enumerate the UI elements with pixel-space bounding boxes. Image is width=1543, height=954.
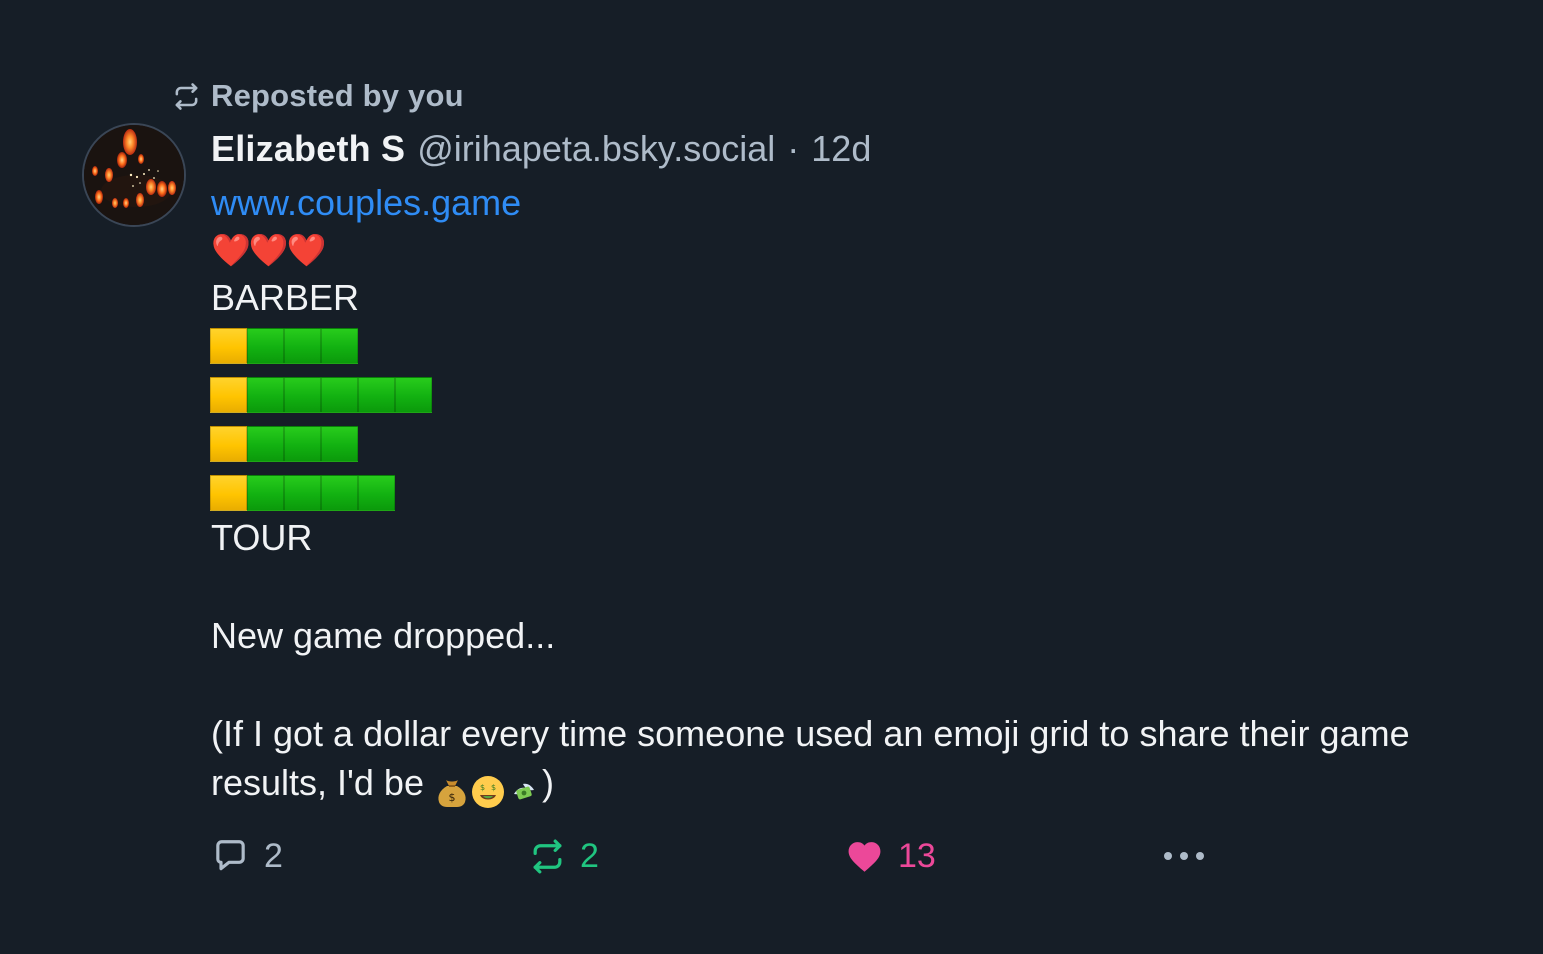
author-display-name[interactable]: Elizabeth S — [211, 128, 405, 170]
repost-banner-label: Reposted by you — [211, 78, 464, 113]
post-body: Elizabeth S @irihapeta.bsky.social · 12d… — [210, 128, 1491, 808]
post-paragraph-2-text: (If I got a dollar every time someone us… — [211, 713, 1410, 803]
reply-button[interactable]: 2 — [211, 836, 283, 876]
separator-dot: · — [787, 128, 800, 169]
grid-cell — [321, 328, 358, 364]
grid-cell — [321, 475, 358, 511]
post-paragraph-2-end: ) — [541, 762, 554, 803]
grid-cell — [358, 377, 395, 413]
grid-cell — [284, 328, 321, 364]
post-paragraph-2: (If I got a dollar every time someone us… — [211, 709, 1431, 808]
grid-cell — [247, 328, 284, 364]
like-count: 13 — [898, 837, 936, 875]
emoji-grid-row — [210, 475, 395, 511]
emoji-grid-row — [210, 426, 358, 462]
repost-count: 2 — [580, 837, 599, 875]
grid-cell — [210, 426, 247, 462]
like-button[interactable]: 13 — [845, 836, 936, 876]
grid-cell — [210, 377, 247, 413]
money-bag-icon: $ — [438, 779, 466, 807]
post-timestamp[interactable]: 12d — [811, 128, 871, 170]
avatar[interactable] — [82, 123, 186, 227]
grid-cell — [210, 328, 247, 364]
repost-button[interactable]: 2 — [529, 836, 599, 876]
post-header: Elizabeth S @irihapeta.bsky.social · 12d — [211, 128, 1491, 170]
repost-banner: Reposted by you — [172, 76, 464, 116]
emoji-grid — [210, 328, 1491, 511]
hearts-emojis: ❤️❤️❤️ — [211, 232, 327, 268]
grid-cell — [358, 475, 395, 511]
grid-cell — [247, 377, 284, 413]
grid-cell — [247, 426, 284, 462]
more-icon — [1161, 849, 1207, 863]
grid-cell — [284, 426, 321, 462]
grid-cell — [321, 377, 358, 413]
post-paragraph-1: New game dropped... — [211, 615, 556, 656]
svg-text:$: $ — [491, 783, 496, 792]
post-link[interactable]: www.couples.game — [211, 182, 1491, 224]
emoji-grid-row — [210, 377, 432, 413]
svg-text:$: $ — [448, 791, 455, 804]
money-emojis: $ $ $ — [434, 764, 542, 808]
game-word-top: BARBER — [211, 277, 360, 318]
post-actions: 2 2 13 — [211, 836, 1211, 876]
repost-icon — [529, 838, 566, 875]
grid-cell — [284, 377, 321, 413]
money-with-wings-icon — [513, 783, 534, 800]
grid-cell — [321, 426, 358, 462]
more-options-button[interactable] — [1161, 836, 1207, 876]
author-handle[interactable]: @irihapeta.bsky.social — [417, 128, 775, 170]
emoji-grid-row — [210, 328, 358, 364]
grid-cell — [210, 475, 247, 511]
repost-icon — [172, 82, 201, 111]
reply-count: 2 — [264, 837, 283, 875]
heart-icon — [845, 839, 884, 873]
grid-cell — [284, 475, 321, 511]
game-word-bottom: TOUR — [211, 517, 313, 558]
grid-cell — [395, 377, 432, 413]
money-mouth-face-icon: $ $ — [471, 775, 504, 808]
svg-text:$: $ — [480, 783, 485, 792]
grid-cell — [247, 475, 284, 511]
reply-icon — [211, 837, 250, 875]
